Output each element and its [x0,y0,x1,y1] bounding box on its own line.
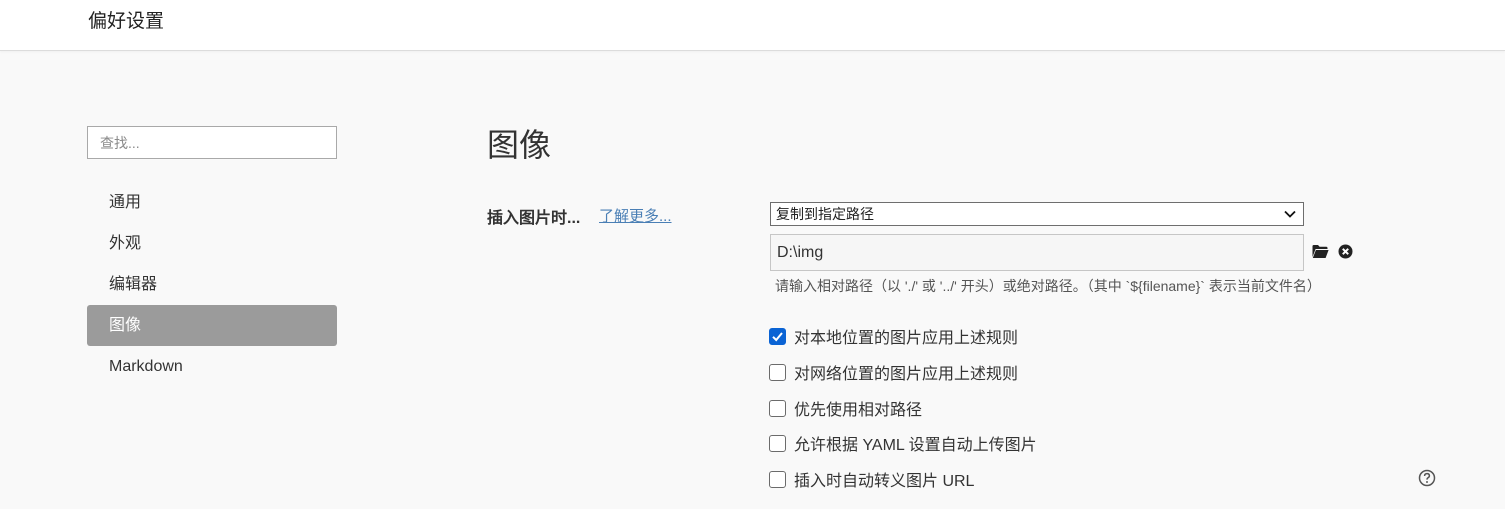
sidebar-item-editor[interactable]: 编辑器 [87,264,337,305]
sidebar-item-appearance[interactable]: 外观 [87,223,337,264]
learn-more-link[interactable]: 了解更多... [599,205,672,226]
option-apply-network[interactable]: 对网络位置的图片应用上述规则 [769,361,1018,383]
checkbox[interactable] [769,434,786,452]
window-title: 偏好设置 [88,11,165,32]
option-yaml-auto-upload[interactable]: 允许根据 YAML 设置自动上传图片 [769,432,1037,454]
option-escape-image-url[interactable]: 插入时自动转义图片 URL [769,468,974,490]
help-circle-icon[interactable] [1418,469,1436,487]
checkbox-checked[interactable] [769,327,786,345]
checkbox[interactable] [769,363,786,381]
sidebar-item-image[interactable]: 图像 [87,305,337,346]
sidebar-item-markdown[interactable]: Markdown [87,346,337,387]
image-path-input[interactable] [770,234,1304,271]
option-label: 插入时自动转义图片 URL [794,473,975,490]
sidebar-item-label: 图像 [109,317,142,334]
sidebar-item-label: 外观 [109,235,142,252]
clear-icon[interactable] [1338,244,1353,259]
option-prefer-relative-path[interactable]: 优先使用相对路径 [769,397,922,419]
sidebar-item-label: 通用 [109,194,142,211]
sidebar-item-label: Markdown [109,358,183,375]
insert-image-action-select[interactable]: 复制到指定路径 [770,202,1304,226]
option-label: 优先使用相对路径 [794,402,923,419]
option-label: 允许根据 YAML 设置自动上传图片 [794,437,1037,454]
sidebar-item-label: 编辑器 [109,276,158,293]
option-label: 对本地位置的图片应用上述规则 [794,330,1019,347]
checkbox[interactable] [769,399,786,417]
search-input[interactable] [87,126,337,159]
sidebar-item-general[interactable]: 通用 [87,182,337,223]
checkmark-icon [772,331,783,341]
option-apply-local[interactable]: 对本地位置的图片应用上述规则 [769,325,1018,347]
option-label: 对网络位置的图片应用上述规则 [794,366,1019,383]
path-hint-text: 请输入相对路径（以 './' 或 '../' 开头）或绝对路径。（其中 `${f… [775,278,1321,294]
select-value: 复制到指定路径 [776,206,874,222]
checkbox[interactable] [769,470,786,488]
page-title: 图像 [487,127,552,163]
chevron-down-icon [1284,210,1296,218]
folder-icon[interactable] [1312,244,1329,259]
title-bar: 偏好设置 [0,0,1505,51]
insert-image-label: 插入图片时... [487,210,581,227]
